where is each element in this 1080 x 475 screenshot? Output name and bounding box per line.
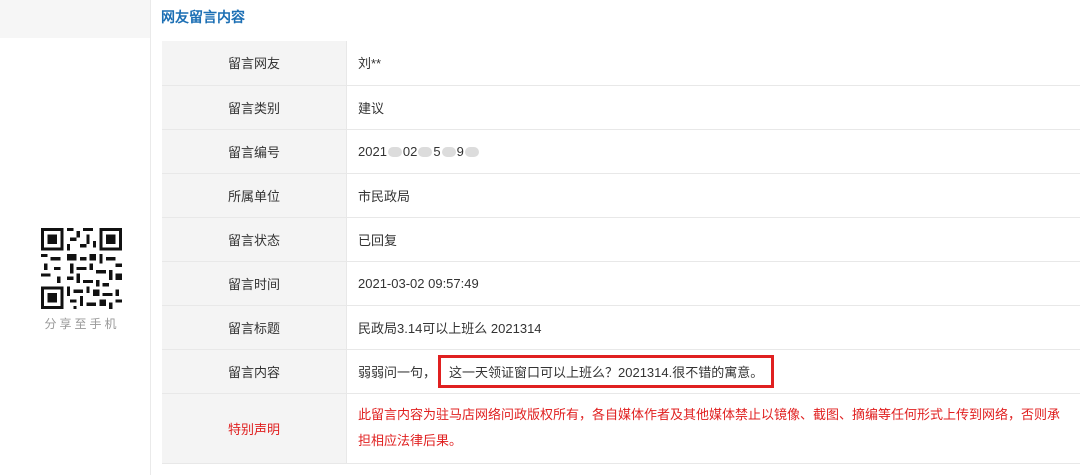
message-title-value: 民政局3.14可以上班么 2021314 (346, 305, 1080, 350)
share-to-phone-label: 分享至手机 (44, 317, 120, 331)
table-row-time: 留言时间 2021-03-02 09:57:49 (162, 261, 1080, 306)
time-value: 2021-03-02 09:57:49 (346, 261, 1080, 306)
special-notice-value: 此留言内容为驻马店网络问政版权所有，各自媒体作者及其他媒体禁止以镜像、截图、摘编… (346, 393, 1080, 464)
number-part: 2021 (358, 143, 387, 159)
highlighted-content: 这一天领证窗口可以上班么？2021314.很不错的寓意。 (438, 354, 775, 388)
table-row-status: 留言状态 已回复 (162, 217, 1080, 262)
row-label: 留言编号 (162, 129, 347, 174)
message-number-value: 2021 02 5 9 (346, 129, 1080, 174)
left-panel-top (0, 0, 150, 38)
number-part: 9 (456, 143, 464, 159)
qr-code-icon (41, 228, 122, 309)
message-content-value: 弱弱问一句， 这一天领证窗口可以上班么？2021314.很不错的寓意。 (346, 349, 1080, 394)
table-row-author: 留言网友 刘** (162, 41, 1080, 86)
row-label: 特别声明 (162, 393, 347, 464)
row-label: 留言标题 (162, 305, 347, 350)
row-label: 留言内容 (162, 349, 347, 394)
row-label: 所属单位 (162, 173, 347, 218)
author-value: 刘** (346, 41, 1080, 86)
panel-divider (150, 0, 151, 475)
table-row-department: 所属单位 市民政局 (162, 173, 1080, 218)
content-prefix: 弱弱问一句， (358, 364, 437, 380)
table-row-content: 留言内容 弱弱问一句， 这一天领证窗口可以上班么？2021314.很不错的寓意。 (162, 349, 1080, 394)
redacted-blur (418, 147, 433, 158)
table-row-notice: 特别声明 此留言内容为驻马店网络问政版权所有，各自媒体作者及其他媒体禁止以镜像、… (162, 393, 1080, 464)
row-label: 留言时间 (162, 261, 347, 306)
message-detail-table: 留言网友 刘** 留言类别 建议 留言编号 2021 02 5 9 所属单位 市民政局… (162, 41, 1080, 464)
number-part: 02 (402, 143, 418, 159)
status-value: 已回复 (346, 217, 1080, 262)
row-label: 留言状态 (162, 217, 347, 262)
department-value: 市民政局 (346, 173, 1080, 218)
number-part: 5 (433, 143, 441, 159)
section-title: 网友留言内容 (161, 9, 245, 25)
redacted-blur (387, 147, 402, 158)
row-label: 留言类别 (162, 85, 347, 130)
table-row-title: 留言标题 民政局3.14可以上班么 2021314 (162, 305, 1080, 350)
redacted-blur (464, 147, 479, 158)
row-label: 留言网友 (162, 41, 347, 86)
category-value: 建议 (346, 85, 1080, 130)
redacted-blur (441, 147, 456, 158)
table-row-number: 留言编号 2021 02 5 9 (162, 129, 1080, 174)
left-panel: 分享至手机 (0, 0, 150, 475)
table-row-category: 留言类别 建议 (162, 85, 1080, 130)
